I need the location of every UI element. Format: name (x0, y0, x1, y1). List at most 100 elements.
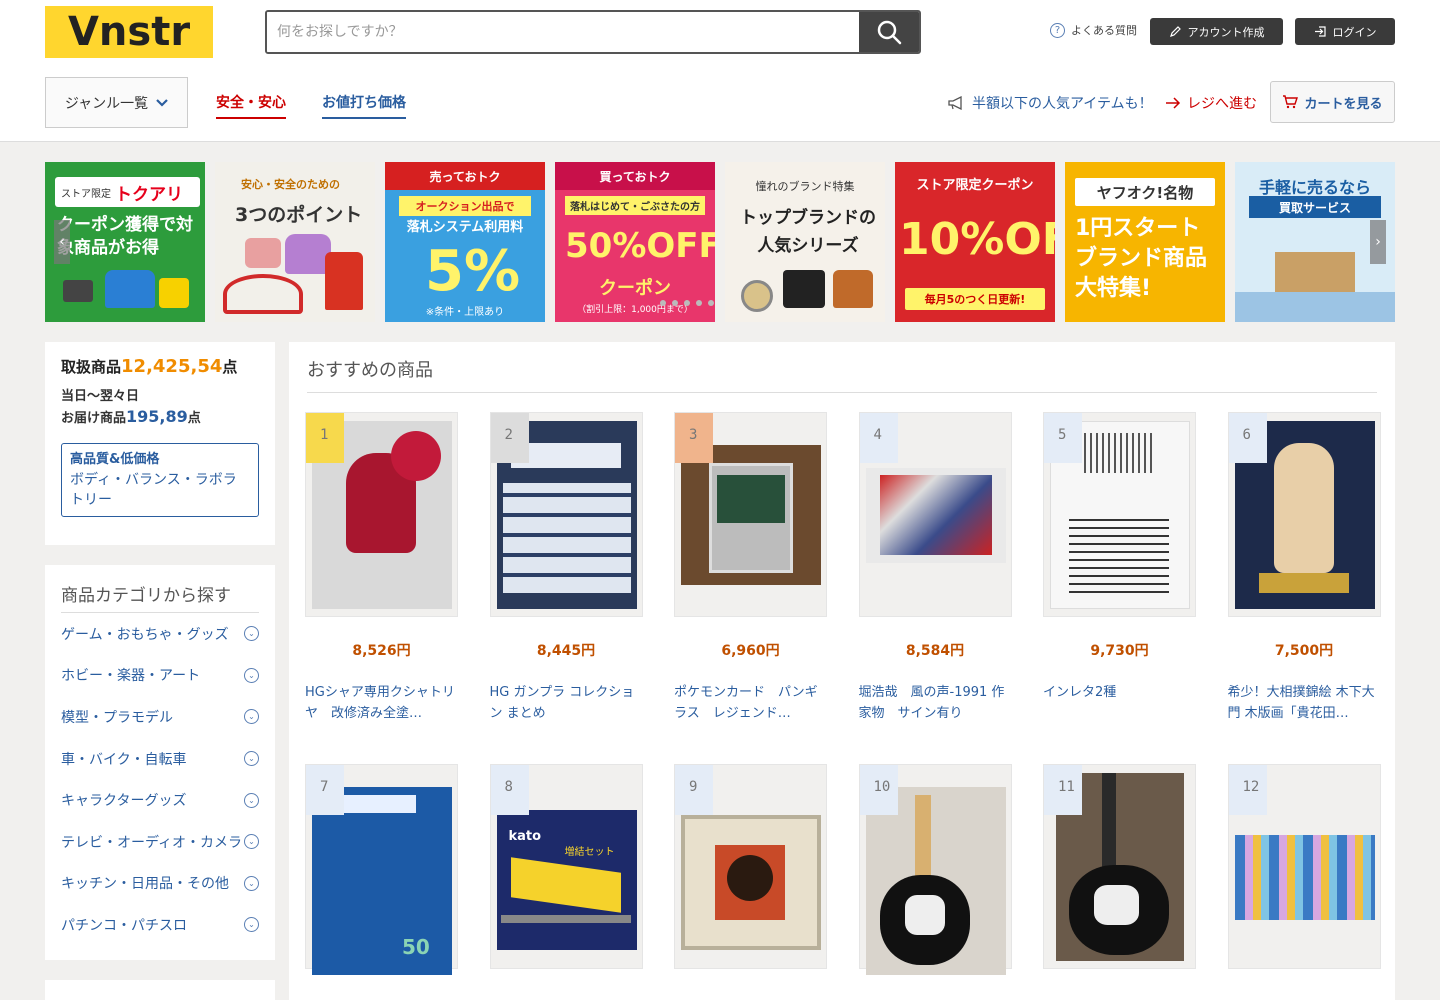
product-card[interactable]: 9 (674, 764, 827, 969)
product-image[interactable]: 1 (305, 412, 458, 617)
chevron-down-icon[interactable]: ⌄ (244, 667, 259, 683)
carousel-dot[interactable] (708, 300, 714, 306)
product-image[interactable]: 7 50 (305, 764, 458, 975)
banner-note-text: 毎月5のつく日更新! (905, 288, 1045, 310)
category-item[interactable]: ホビー・楽器・アート ⌄ (61, 655, 259, 697)
help-link[interactable]: ? よくある質問 (1050, 22, 1137, 38)
category-item[interactable]: テレビ・オーディオ・カメラ ⌄ (61, 821, 259, 863)
chevron-down-icon[interactable]: ⌄ (244, 834, 259, 850)
banner-top-text: 売っておトク (385, 162, 545, 190)
carousel-dot[interactable] (696, 300, 702, 306)
banner-top-text: 買っておトク (555, 162, 715, 190)
cart-button[interactable]: カートを見る (1270, 81, 1395, 123)
product-card[interactable]: 4 8,584円 堀浩哉 風の声-1991 作家物 サイン有り (858, 412, 1012, 721)
product-image[interactable]: 12 (1227, 764, 1381, 969)
banner-big-text: 50%OFF (565, 226, 715, 266)
banner-top-text: 安心・安全のための (241, 178, 340, 191)
search-input[interactable] (267, 12, 859, 52)
carousel-dot[interactable] (684, 300, 690, 306)
banner-sell[interactable]: 売っておトク オークション出品で 落札システム利用料 5% ※条件・上限あり (385, 162, 545, 322)
product-title[interactable]: ポケモンカード パンギラス レジェンド… (674, 682, 827, 724)
product-price: 6,960円 (721, 643, 780, 659)
product-card[interactable]: 6 7,500円 希少！大相撲錦絵 木下大門 木版画「貴花田… (1227, 412, 1381, 721)
brand-promo-box[interactable]: 高品質&低価格 ボディ・バランス・ラボラトリー (61, 443, 259, 517)
product-card[interactable]: 3 6,960円ポケモンカード パンギラス レジェンド… (674, 412, 827, 721)
category-item[interactable]: ゲーム・おもちゃ・グッズ ⌄ (61, 613, 259, 655)
category-item[interactable]: 車・バイク・自転車 ⌄ (61, 738, 259, 780)
banner-3points[interactable]: 安心・安全のための 3つのポイント (215, 162, 375, 322)
search-button[interactable] (859, 12, 919, 52)
checkout-link[interactable]: レジへ進む (1165, 93, 1257, 113)
login-label: ログイン (1332, 25, 1377, 39)
product-title[interactable]: HGシャア専用クシャトリヤ 改修済み全塗… (305, 682, 458, 724)
category-item[interactable]: キッチン・日用品・その他 ⌄ (61, 863, 259, 905)
product-title[interactable]: インレタ2種 (1043, 682, 1196, 703)
category-title: 商品カテゴリから探す (61, 581, 259, 613)
login-button[interactable]: ログイン (1295, 18, 1395, 45)
category-item[interactable]: パチンコ・パチスロ ⌄ (61, 904, 259, 946)
banner-big-text: 5% (425, 239, 521, 304)
category-item[interactable]: キャラクターグッズ ⌄ (61, 779, 259, 821)
promo-link[interactable]: 半額以下の人気アイテムも！ (948, 93, 1153, 113)
product-image[interactable]: 6 (1227, 412, 1381, 617)
product-card[interactable]: 1 8,526円 HGシャア専用クシャトリヤ 改修済み全塗… (305, 412, 458, 721)
product-card[interactable]: 11 (1043, 764, 1196, 969)
image-label: 増結セット (564, 847, 615, 858)
genre-dropdown[interactable]: ジャンル一覧 (45, 77, 188, 128)
nav-deal-price[interactable]: お値打ち価格 (322, 92, 406, 119)
logo[interactable]: Vnstr (45, 6, 213, 58)
chevron-down-icon[interactable]: ⌄ (244, 709, 259, 725)
category-label: 車・バイク・自転車 (61, 751, 187, 768)
product-card[interactable]: 12 (1227, 764, 1381, 969)
carousel-next-button[interactable]: › (1370, 220, 1386, 264)
product-title[interactable]: 希少！大相撲錦絵 木下大門 木版画「貴花田… (1228, 682, 1381, 724)
genre-label: ジャンル一覧 (64, 95, 149, 112)
banner-store-coupon[interactable]: ストア限定クーポン 10%OFF 毎月5のつく日更新! (895, 162, 1055, 322)
product-card[interactable]: 7 50 (305, 764, 458, 975)
product-card[interactable]: 8 kato 増結セット (489, 764, 643, 969)
pencil-icon (1169, 26, 1181, 37)
nav-safe[interactable]: 安全・安心 (216, 92, 286, 119)
megaphone-icon (948, 96, 962, 110)
carousel-dot[interactable] (660, 300, 666, 306)
banner-buy[interactable]: 買っておトク 落札はじめて・ごぶさたの方 50%OFF クーポン （割引上限：1… (555, 162, 715, 322)
product-image[interactable]: 2 (489, 412, 643, 617)
watch-icon (741, 280, 773, 312)
product-image[interactable]: 3 (674, 412, 827, 617)
create-account-button[interactable]: アカウント作成 (1150, 18, 1283, 45)
banner-carousel: ストア限定 トクアリ クーポン獲得で対象商品がお得 安心・安全のための 3つのポ… (45, 162, 1395, 322)
category-item[interactable]: 模型・プラモデル ⌄ (61, 696, 259, 738)
product-image[interactable]: 5 (1043, 412, 1196, 617)
product-title[interactable]: HG ガンプラ コレクション まとめ (490, 682, 643, 724)
delivery-label: 当日〜翌々日 (61, 389, 140, 404)
chevron-down-icon[interactable]: ⌄ (244, 875, 259, 891)
product-card[interactable]: 10 (858, 764, 1012, 975)
product-image[interactable]: 4 (858, 412, 1012, 617)
recommended-title: おすすめの商品 (307, 356, 1377, 393)
chevron-down-icon[interactable]: ⌄ (244, 792, 259, 808)
banner-1yen[interactable]: ヤフオク!名物 1円スタートブランド商品大特集! (1065, 162, 1225, 322)
banner-head-text: 落札はじめて・ごぶさたの方 (565, 196, 705, 215)
carousel-dot[interactable] (672, 300, 678, 306)
banner-top-text: 憧れのブランド特集 (755, 180, 855, 193)
product-image[interactable]: 9 (674, 764, 827, 969)
help-label: よくある質問 (1071, 24, 1137, 37)
chevron-down-icon[interactable]: ⌄ (244, 626, 259, 642)
product-image[interactable]: 11 (1043, 764, 1196, 969)
product-image[interactable]: 8 kato 増結セット (489, 764, 643, 969)
banner-head-text: トップブランドの人気シリーズ (740, 208, 876, 256)
question-icon: ? (1050, 22, 1065, 38)
product-image[interactable]: 10 (858, 764, 1012, 975)
chevron-down-icon[interactable]: ⌄ (244, 751, 259, 767)
banner-brand[interactable]: 憧れのブランド特集 トップブランドの人気シリーズ (725, 162, 885, 322)
product-card[interactable]: 2 8,445円 HG ガンプラ コレクション まとめ (489, 412, 643, 721)
product-card[interactable]: 5 9,730円 インレタ2種 (1043, 412, 1196, 700)
carousel-prev-button[interactable]: ‹ (54, 220, 70, 264)
banner-head-text: オークション出品で (399, 196, 531, 216)
inventory-panel: 取扱商品12,425,54点 当日〜翌々日 お届け商品195,89点 高品質&低… (45, 342, 275, 545)
mug-icon (159, 278, 189, 308)
search-bar (265, 10, 921, 54)
product-title[interactable]: 堀浩哉 風の声-1991 作家物 サイン有り (859, 682, 1012, 724)
chevron-down-icon[interactable]: ⌄ (244, 917, 259, 933)
brand-promo-line2: ボディ・バランス・ラボラトリー (70, 472, 237, 508)
